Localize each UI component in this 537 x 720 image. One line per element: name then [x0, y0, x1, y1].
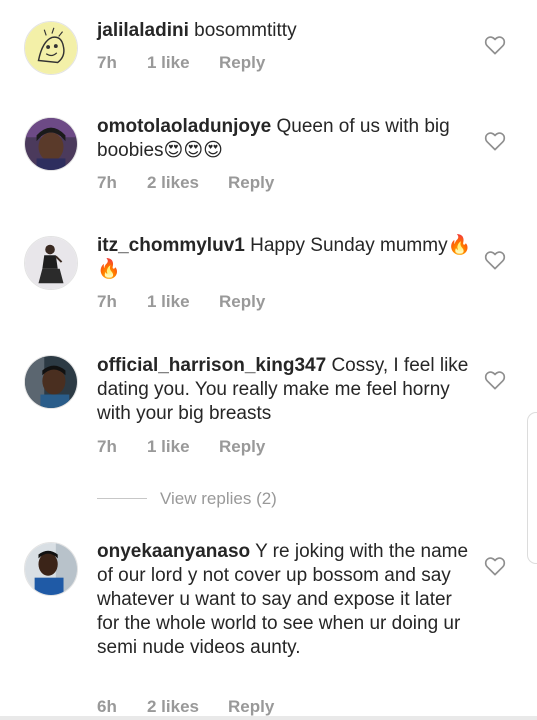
reply-button[interactable]: Reply	[219, 290, 265, 314]
comment-username[interactable]: onyekaanyanaso	[97, 541, 250, 562]
comment-body: itz_chommyluv1 Happy Sunday mummy🔥🔥	[97, 234, 472, 282]
comment-username[interactable]: itz_chommyluv1	[97, 235, 245, 256]
comment-body: jalilaladini bosommtitty	[97, 19, 472, 43]
comment-likes[interactable]: 1 like	[147, 51, 190, 75]
comment-body: onyekaanyanaso Y re joking with the name…	[97, 540, 469, 660]
avatar[interactable]	[24, 355, 78, 409]
heart-outline-icon[interactable]	[484, 131, 506, 151]
comment-username[interactable]: omotolaoladunjoye	[97, 116, 271, 137]
avatar[interactable]	[24, 542, 78, 596]
comment-time: 7h	[97, 437, 117, 456]
comment-body: official_harrison_king347 Cossy, I feel …	[97, 354, 472, 426]
comment-time: 7h	[97, 53, 117, 72]
comment-likes[interactable]: 1 like	[147, 290, 190, 314]
comment-text: bosommtitty	[194, 20, 297, 41]
comment-likes[interactable]: 2 likes	[147, 171, 199, 195]
reply-button[interactable]: Reply	[219, 435, 265, 459]
heart-outline-icon[interactable]	[484, 370, 506, 390]
comment-likes[interactable]: 1 like	[147, 435, 190, 459]
avatar[interactable]	[24, 21, 78, 75]
heart-outline-icon[interactable]	[484, 35, 506, 55]
comment-time: 7h	[97, 292, 117, 311]
comment-username[interactable]: jalilaladini	[97, 20, 189, 41]
heart-outline-icon[interactable]	[484, 556, 506, 576]
reply-button[interactable]: Reply	[219, 51, 265, 75]
scroll-handle[interactable]	[527, 412, 537, 564]
comment-username[interactable]: official_harrison_king347	[97, 355, 326, 376]
view-replies-label[interactable]: View replies (2)	[160, 487, 277, 511]
heart-outline-icon[interactable]	[484, 250, 506, 270]
avatar[interactable]	[24, 236, 78, 290]
replies-divider	[97, 498, 147, 499]
comment-body: omotolaoladunjoye Queen of us with big b…	[97, 115, 472, 163]
reply-button[interactable]: Reply	[228, 171, 274, 195]
comment-time: 7h	[97, 173, 117, 192]
bottom-edge	[0, 716, 537, 720]
avatar[interactable]	[24, 117, 78, 171]
